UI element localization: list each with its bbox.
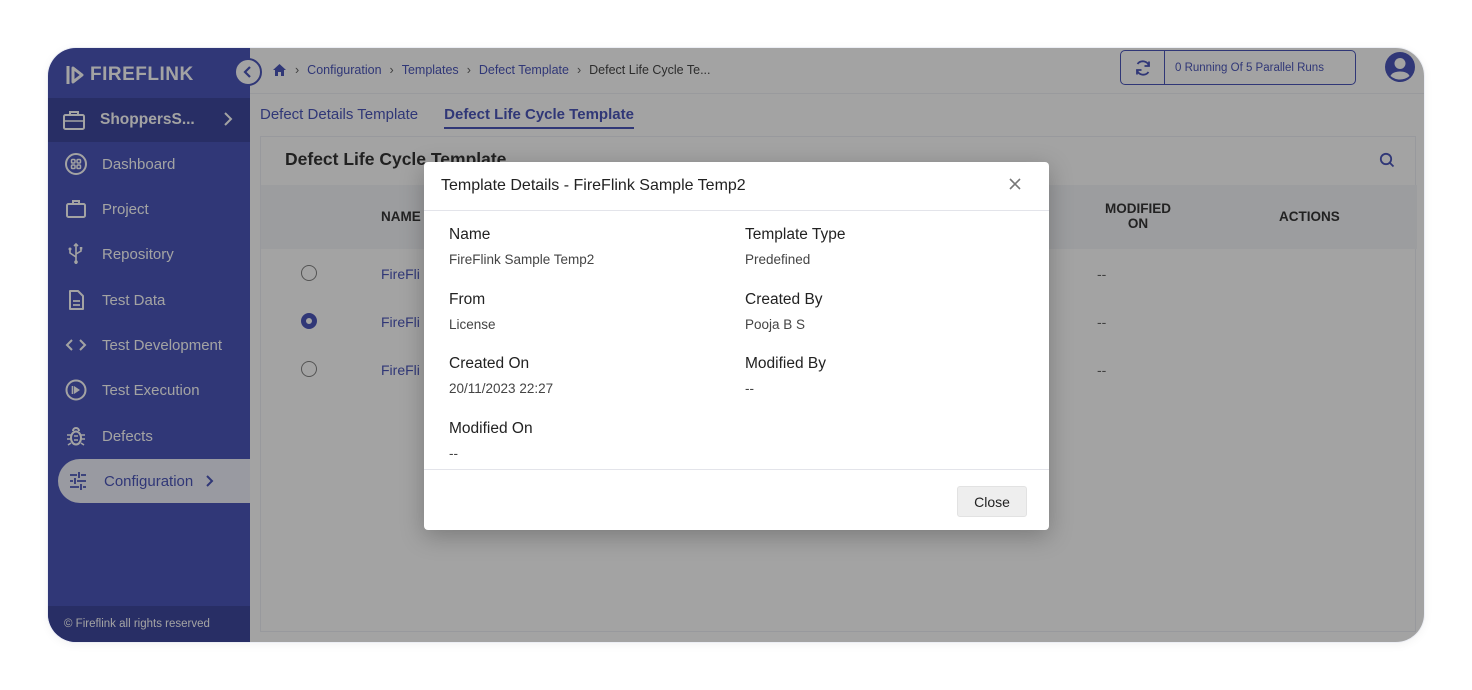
app-window: FIREFLINK ShoppersS... Dashboard Project… <box>48 48 1424 642</box>
field-label: Created By <box>745 291 823 308</box>
close-button[interactable]: Close <box>957 486 1027 517</box>
field-label: Name <box>449 226 491 243</box>
field-label: Modified On <box>449 420 533 437</box>
field-value: FireFlink Sample Temp2 <box>449 252 595 267</box>
field-from: From License <box>449 291 496 332</box>
modal-title: Template Details - FireFlink Sample Temp… <box>441 177 746 194</box>
field-value: License <box>449 317 496 332</box>
field-label: From <box>449 291 486 308</box>
field-label: Created On <box>449 355 530 372</box>
field-label: Modified By <box>745 355 826 372</box>
field-value: Predefined <box>745 252 811 267</box>
modal-header: Template Details - FireFlink Sample Temp… <box>424 162 1049 211</box>
field-name: Name FireFlink Sample Temp2 <box>449 226 594 267</box>
field-value: Pooja B S <box>745 317 806 332</box>
template-details-modal: Template Details - FireFlink Sample Temp… <box>424 162 1049 530</box>
field-template-type: Template Type Predefined <box>745 226 846 267</box>
field-created-by: Created By Pooja B S <box>745 291 823 332</box>
field-created-on: Created On 20/11/2023 22:27 <box>449 355 553 396</box>
field-modified-by: Modified By -- <box>745 355 826 396</box>
field-value: -- <box>745 381 754 396</box>
modal-footer: Close <box>424 469 1049 530</box>
field-value: 20/11/2023 22:27 <box>449 381 554 396</box>
field-value: -- <box>449 446 458 461</box>
close-icon[interactable] <box>1007 176 1023 192</box>
field-modified-on: Modified On -- <box>449 420 533 461</box>
field-label: Template Type <box>745 226 846 243</box>
